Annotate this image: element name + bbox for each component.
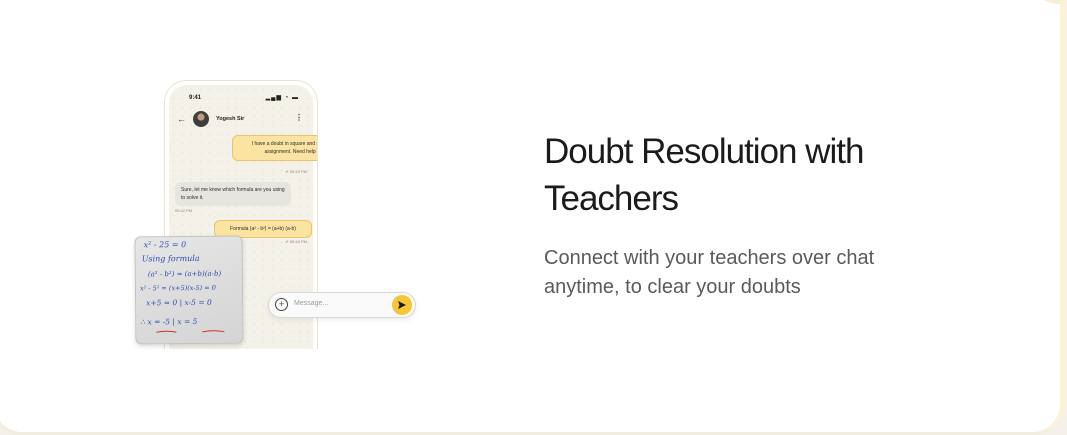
message-timestamp: 05:42 PM <box>175 208 193 213</box>
read-tick-icon: ✔ <box>285 239 289 244</box>
timestamp-text: 05:40 PM <box>289 169 307 174</box>
timestamp-text: 05:40 PM <box>289 239 307 244</box>
feature-description-line: anytime, to clear your doubts <box>544 276 801 298</box>
feature-title-line: Teachers <box>544 179 679 218</box>
contact-name: Yogesh Sir <box>216 116 245 122</box>
message-bubble-sent: I have a doubt in square and square root… <box>232 135 317 161</box>
feature-title-line: Doubt Resolution with <box>544 132 864 171</box>
feature-description-line: Connect with your teachers over chat <box>544 247 875 269</box>
feature-description: Connect with your teachers over chat any… <box>544 244 964 302</box>
handwritten-solution-image: x² - 25 = 0 Using formula (a² - b²) = (a… <box>134 235 244 345</box>
send-button[interactable] <box>392 295 412 315</box>
back-arrow-icon[interactable]: ← <box>177 114 186 124</box>
message-input[interactable]: + Message... <box>268 292 416 318</box>
feature-title: Doubt Resolution with Teachers <box>544 128 964 222</box>
message-placeholder: Message... <box>294 300 329 307</box>
card-corner-decoration <box>1026 0 1060 4</box>
status-time: 9:41 <box>189 95 202 101</box>
send-icon <box>398 301 406 309</box>
status-icons: ▂▄▆ ◔ ▬ <box>265 95 299 101</box>
add-attachment-icon[interactable]: + <box>275 298 288 311</box>
message-timestamp: ✔ 05:40 PM <box>285 169 307 174</box>
message-timestamp: ✔ 05:40 PM <box>285 239 307 244</box>
more-options-icon[interactable]: ⋮ <box>295 113 303 122</box>
message-bubble-received: Sure, let me know which formula are you … <box>175 182 291 206</box>
avatar <box>193 111 209 127</box>
read-tick-icon: ✔ <box>285 169 289 174</box>
underline-marks <box>156 330 225 333</box>
chat-header: ← Yogesh Sir ⋮ <box>175 111 305 129</box>
